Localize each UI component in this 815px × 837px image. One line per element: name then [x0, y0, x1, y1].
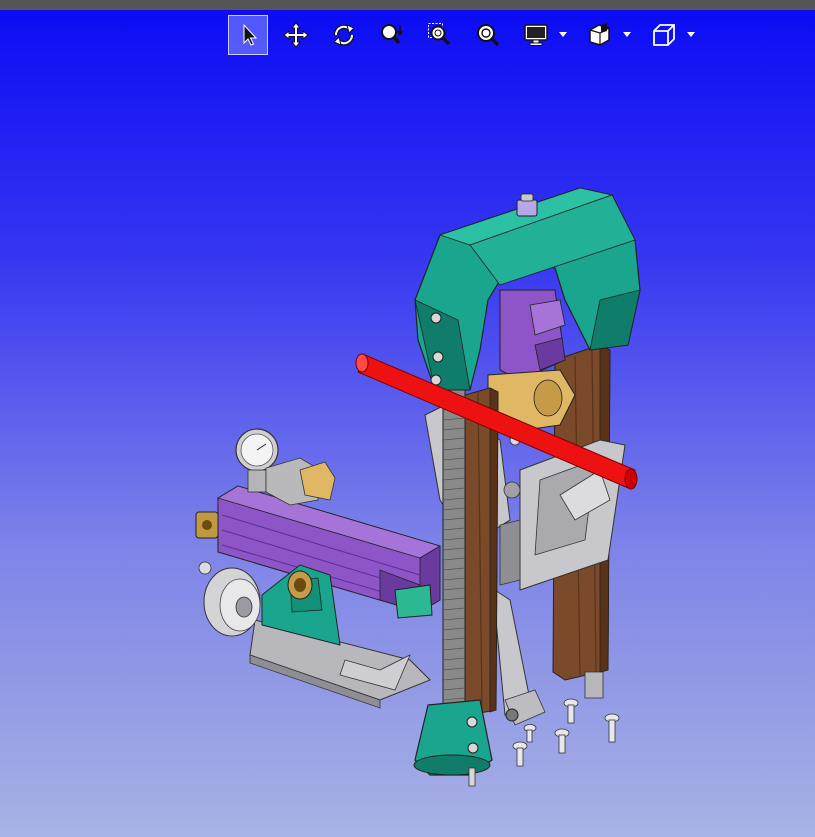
left-slide-assembly: [195, 428, 441, 709]
3d-viewport[interactable]: [0, 0, 815, 837]
cad-assembly-model[interactable]: [0, 0, 815, 837]
vertical-column-assembly: [413, 187, 641, 787]
